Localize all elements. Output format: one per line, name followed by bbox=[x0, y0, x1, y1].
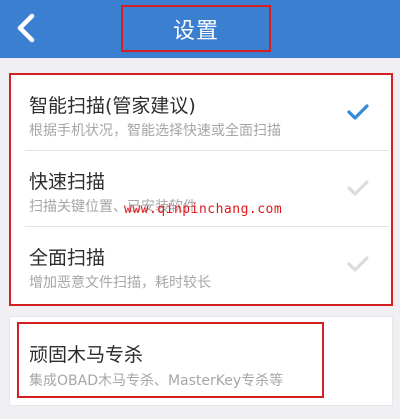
option-description: 增加恶意文件扫描，耗时较长 bbox=[29, 275, 211, 291]
check-icon bbox=[347, 180, 369, 196]
trojan-killer-item[interactable]: 顽固木马专杀 集成OBAD木马专杀、MasterKey专杀等 bbox=[17, 322, 324, 398]
trojan-description: 集成OBAD木马专杀、MasterKey专杀等 bbox=[29, 373, 284, 389]
trojan-killer-card: 顽固木马专杀 集成OBAD木马专杀、MasterKey专杀等 bbox=[9, 316, 393, 406]
option-title: 快速扫描 bbox=[29, 171, 106, 193]
page-title: 设置 bbox=[172, 18, 219, 44]
check-icon bbox=[347, 104, 369, 120]
option-title: 全面扫描 bbox=[29, 247, 106, 269]
option-full-scan[interactable]: 全面扫描 增加恶意文件扫描，耗时较长 bbox=[11, 227, 391, 303]
option-smart-scan[interactable]: 智能扫描(管家建议) 根据手机状况，智能选择快速或全面扫描 bbox=[11, 75, 391, 151]
watermark: www.qinpinchang.com bbox=[124, 202, 283, 217]
title-highlight: 设置 bbox=[121, 5, 271, 52]
trojan-title: 顽固木马专杀 bbox=[29, 344, 144, 366]
option-description: 根据手机状况，智能选择快速或全面扫描 bbox=[29, 123, 281, 139]
back-button[interactable] bbox=[4, 4, 48, 52]
option-title: 智能扫描(管家建议) bbox=[29, 95, 196, 117]
chevron-left-icon bbox=[17, 13, 35, 43]
top-bar: 设置 bbox=[0, 0, 400, 58]
check-icon bbox=[347, 256, 369, 272]
scan-mode-list: 智能扫描(管家建议) 根据手机状况，智能选择快速或全面扫描 快速扫描 扫描关键位… bbox=[9, 73, 393, 306]
